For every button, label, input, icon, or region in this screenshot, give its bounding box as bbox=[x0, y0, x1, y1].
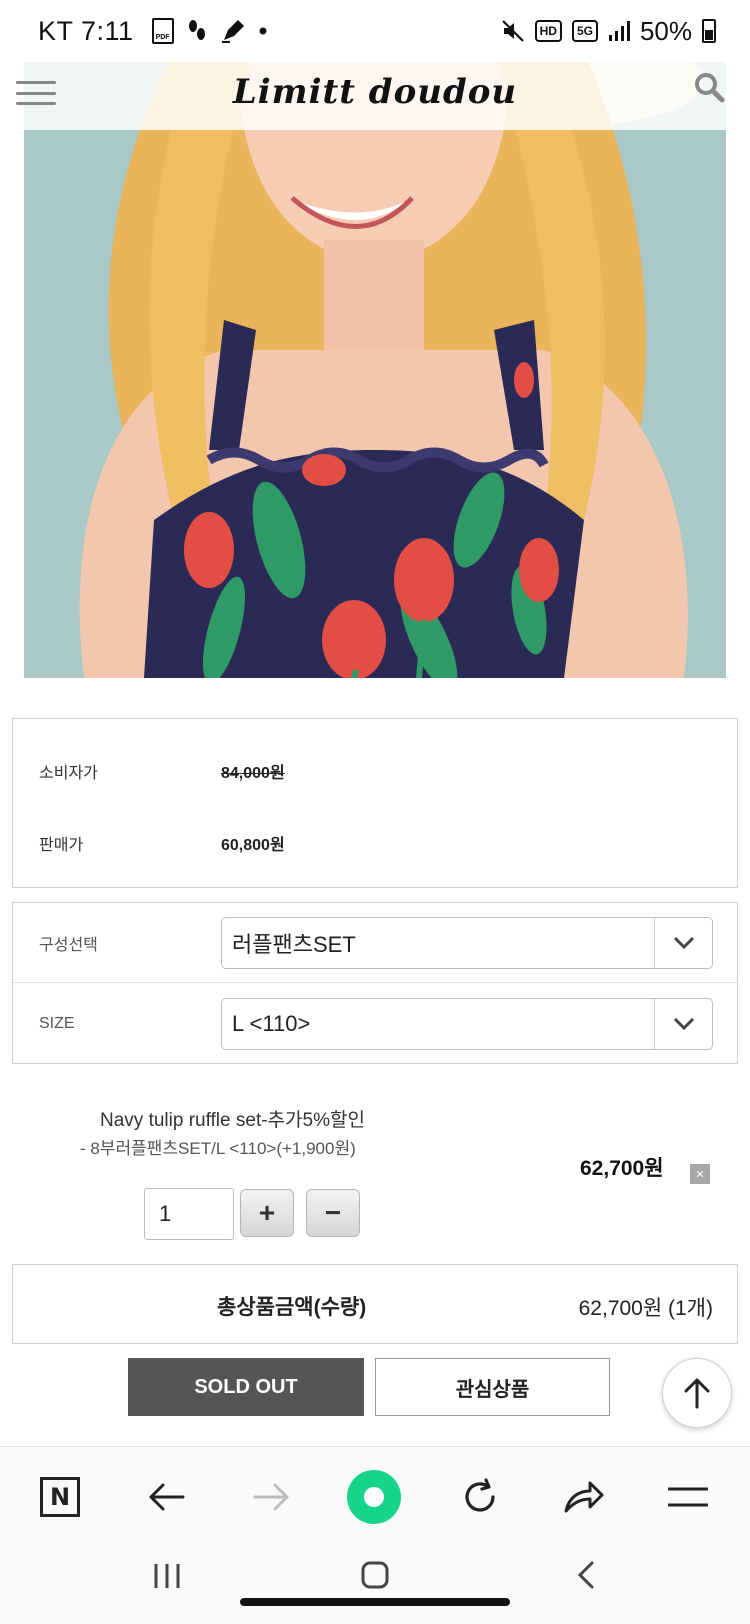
size-label: SIZE bbox=[39, 1015, 75, 1032]
price-info-box: 소비자가 84,000원 판매가 60,800원 bbox=[12, 718, 738, 888]
composition-selected-value: 러플팬츠SET bbox=[232, 931, 356, 957]
pdf-icon: PDF bbox=[151, 18, 174, 44]
sale-price-label: 판매가 bbox=[39, 837, 84, 854]
search-icon[interactable] bbox=[692, 70, 726, 104]
share-button[interactable] bbox=[556, 1469, 612, 1525]
green-dot-button[interactable] bbox=[346, 1469, 402, 1525]
size-select[interactable]: L <110> bbox=[221, 998, 713, 1050]
total-price-box: 총상품금액(수량) 62,700원 (1개) bbox=[12, 1264, 738, 1344]
refresh-icon bbox=[465, 1478, 495, 1512]
gesture-home-bar[interactable] bbox=[240, 1598, 510, 1606]
size-selected-value: L <110> bbox=[232, 1011, 311, 1036]
browser-toolbar: N bbox=[0, 1446, 750, 1546]
quantity-minus-button[interactable]: − bbox=[306, 1189, 360, 1237]
pen-notification-icon bbox=[221, 20, 244, 43]
green-dot-icon bbox=[347, 1470, 401, 1524]
wishlist-button[interactable]: 관심상품 bbox=[375, 1358, 610, 1416]
5g-badge: 5G bbox=[571, 20, 598, 42]
naver-n-icon: N bbox=[40, 1477, 80, 1517]
quantity-input[interactable]: 1 bbox=[144, 1188, 234, 1240]
sold-out-button[interactable]: SOLD OUT bbox=[128, 1358, 364, 1416]
chevron-down-icon[interactable] bbox=[654, 999, 712, 1049]
home-icon[interactable] bbox=[360, 1560, 390, 1590]
consumer-price-row: 소비자가 84,000원 bbox=[39, 759, 285, 783]
battery-percent: 50% bbox=[639, 15, 692, 46]
quantity-plus-button[interactable]: + bbox=[240, 1189, 294, 1237]
hd-badge: HD bbox=[534, 20, 562, 42]
selected-item-option: - 8부러플팬츠SET/L <110>(+1,900원) bbox=[80, 1139, 356, 1158]
total-price-label: 총상품금액(수량) bbox=[217, 1296, 367, 1319]
battery-icon bbox=[702, 19, 716, 43]
selected-item-title: Navy tulip ruffle set-추가5%할인 bbox=[100, 1110, 365, 1131]
signal-icon bbox=[608, 21, 630, 41]
naver-home-button[interactable]: N bbox=[32, 1469, 88, 1525]
sale-price-value: 60,800원 bbox=[221, 837, 285, 854]
arrow-right-icon bbox=[253, 1483, 289, 1511]
selected-item-price: 62,700원 bbox=[580, 1157, 664, 1180]
site-header: Limitt doudou bbox=[24, 50, 726, 130]
site-logo[interactable]: Limitt doudou bbox=[24, 72, 726, 112]
notification-dot-icon bbox=[259, 27, 267, 35]
chevron-down-icon[interactable] bbox=[654, 917, 712, 968]
menu-icon bbox=[668, 1487, 708, 1507]
arrow-up-icon bbox=[684, 1378, 710, 1409]
size-option-row: SIZE L <110> bbox=[13, 984, 737, 1064]
browser-menu-button[interactable] bbox=[660, 1469, 716, 1525]
android-navigation-bar bbox=[0, 1546, 750, 1624]
menu-line bbox=[16, 91, 56, 95]
scroll-to-top-button[interactable] bbox=[662, 1358, 732, 1428]
remove-item-button[interactable]: × bbox=[690, 1164, 710, 1184]
status-bar: KT 7:11 PDF HD 5G 50% bbox=[0, 0, 750, 62]
back-nav-icon[interactable] bbox=[576, 1560, 596, 1590]
mute-icon bbox=[501, 20, 524, 42]
total-price-value: 62,700원 (1개) bbox=[578, 1297, 713, 1320]
back-button[interactable] bbox=[138, 1469, 194, 1525]
menu-line bbox=[16, 81, 56, 84]
composition-label: 구성선택 bbox=[39, 936, 98, 954]
recent-apps-icon[interactable] bbox=[152, 1562, 182, 1590]
product-image bbox=[24, 50, 726, 678]
consumer-price-value: 84,000원 bbox=[221, 765, 285, 782]
reload-button[interactable] bbox=[452, 1469, 508, 1525]
share-icon bbox=[564, 1481, 604, 1513]
footsteps-icon bbox=[188, 20, 205, 40]
composition-select[interactable]: 러플팬츠SET bbox=[221, 916, 713, 969]
sale-price-row: 판매가 60,800원 bbox=[39, 831, 285, 855]
arrow-left-icon bbox=[149, 1483, 185, 1511]
option-select-box: 구성선택 러플팬츠SET SIZE L <110> bbox=[12, 902, 738, 1064]
hamburger-menu-icon[interactable] bbox=[16, 78, 56, 108]
composition-option-row: 구성선택 러플팬츠SET bbox=[13, 903, 737, 983]
status-time: KT 7:11 bbox=[38, 15, 134, 46]
forward-button[interactable] bbox=[244, 1469, 300, 1525]
menu-line bbox=[16, 102, 56, 105]
consumer-price-label: 소비자가 bbox=[39, 765, 98, 782]
